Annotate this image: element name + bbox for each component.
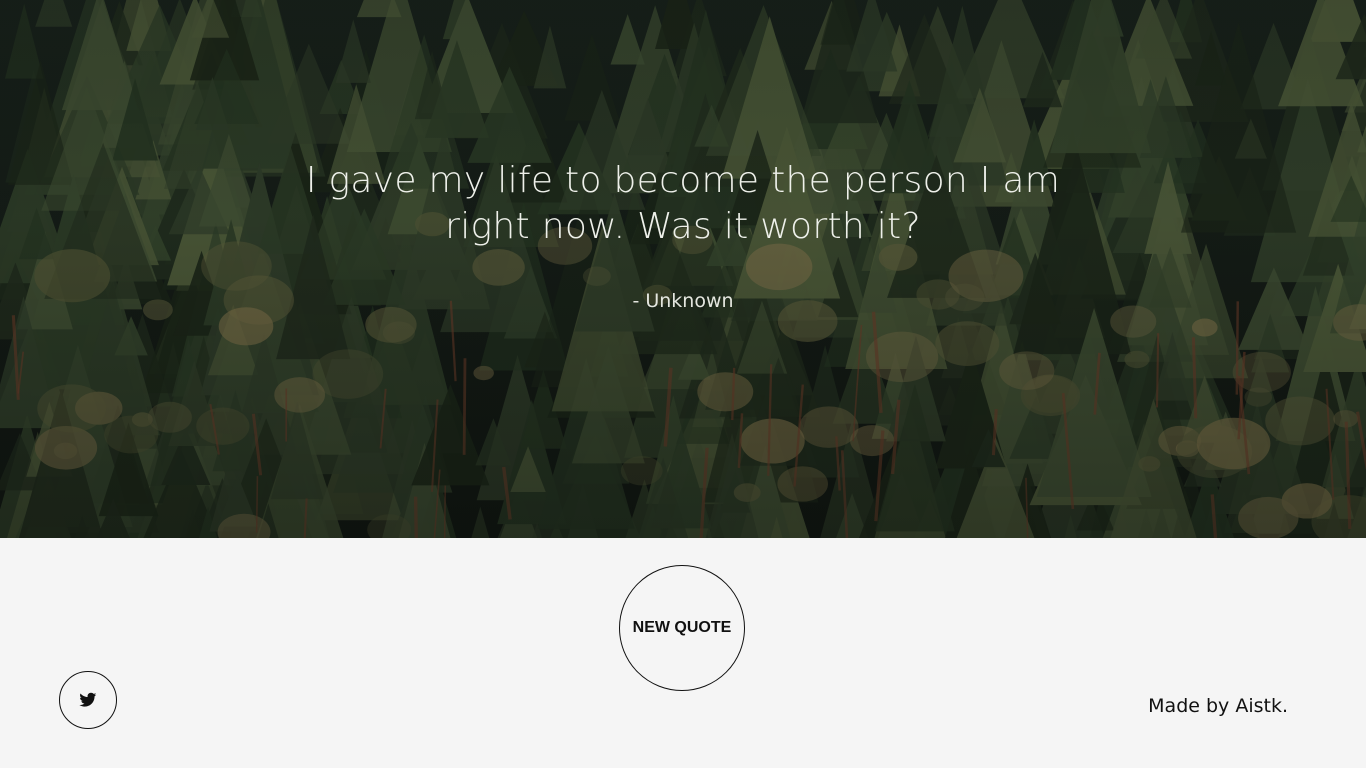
quote-text: I gave my life to become the person I am… — [305, 160, 1061, 247]
twitter-icon — [79, 692, 97, 707]
tweet-button[interactable] — [59, 671, 117, 729]
new-quote-button[interactable]: NEW QUOTE — [619, 565, 745, 691]
quote-author: - Unknown — [632, 290, 734, 312]
hero-background: I gave my life to become the person I am… — [0, 0, 1366, 538]
footer-credit: Made by Aistk. — [1148, 695, 1288, 717]
